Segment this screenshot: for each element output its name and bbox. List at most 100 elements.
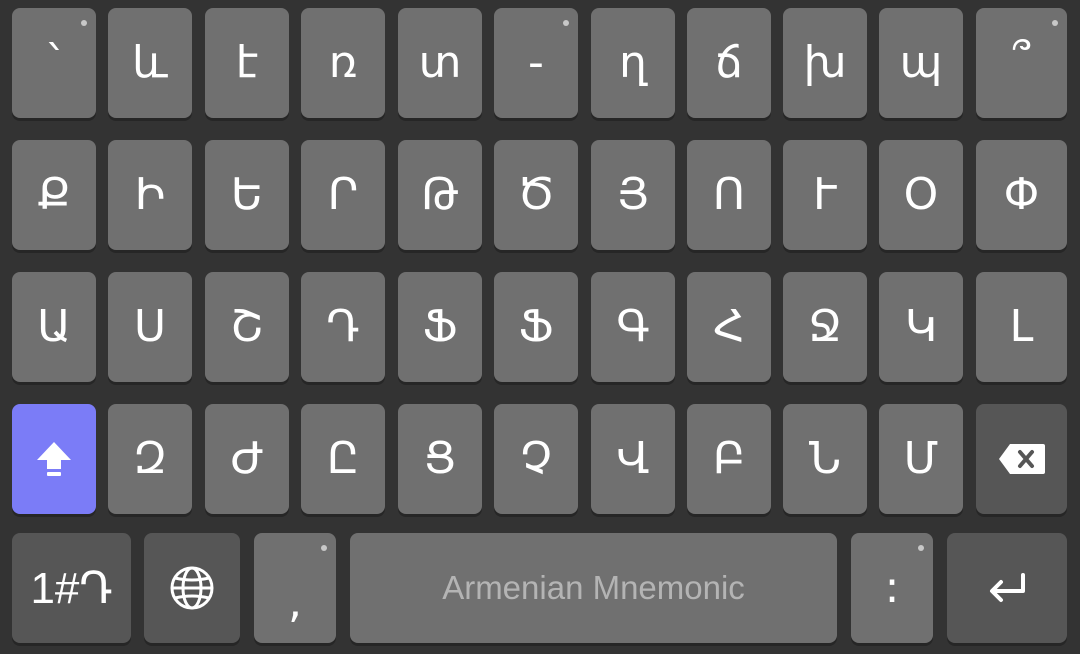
key-label: Զ	[133, 433, 167, 484]
key-co[interactable]: Ց	[398, 404, 482, 514]
symbols-key-label: 1#Դ	[30, 563, 113, 613]
key-oh[interactable]: Օ	[879, 140, 963, 250]
key-label: Ն	[808, 433, 842, 484]
key-question-mark[interactable]: ՞	[976, 8, 1067, 118]
key-label: Մ	[903, 433, 939, 484]
key-label: Լ	[1009, 301, 1034, 352]
key-seh[interactable]: Ս	[108, 272, 192, 382]
key-keh[interactable]: Ք	[12, 140, 96, 250]
key-label: Ե	[230, 169, 264, 220]
key-tiwn[interactable]: տ	[398, 8, 482, 118]
hint-dot	[563, 20, 569, 26]
shift-icon	[33, 438, 75, 480]
hint-dot	[918, 545, 924, 551]
key-label: Շ	[230, 301, 264, 352]
key-label: Ը	[326, 433, 360, 484]
enter-key[interactable]	[947, 533, 1067, 643]
key-label: ճ	[715, 37, 743, 88]
key-label: Ւ	[813, 169, 837, 220]
key-armenian-accent[interactable]: ՝	[12, 8, 96, 118]
key-label: Վ	[616, 433, 650, 484]
key-et[interactable]: Ը	[301, 404, 385, 514]
space-bar-label: Armenian Mnemonic	[442, 569, 745, 606]
key-label: Ց	[423, 433, 457, 484]
key-label: Գ	[616, 301, 650, 352]
key-feh-2[interactable]: Ֆ	[494, 272, 578, 382]
key-hyphen[interactable]: -	[494, 8, 578, 118]
hint-dot	[81, 20, 87, 26]
key-label: Կ	[904, 301, 938, 352]
key-ca[interactable]: Ծ	[494, 140, 578, 250]
key-label: ՝	[48, 37, 60, 88]
key-za[interactable]: Զ	[108, 404, 192, 514]
key-label: Յ	[616, 169, 649, 220]
key-to[interactable]: Թ	[398, 140, 482, 250]
key-sha[interactable]: Շ	[205, 272, 289, 382]
key-reh[interactable]: Ր	[301, 140, 385, 250]
key-label: ռ	[328, 37, 358, 88]
symbols-key[interactable]: 1#Դ	[12, 533, 131, 643]
key-label: Ֆ	[422, 301, 458, 352]
keyboard-row-3: Ա Ս Շ Դ Ֆ Ֆ Գ Հ Ջ Կ Լ	[0, 272, 1080, 382]
key-e-small[interactable]: է	[205, 8, 289, 118]
key-yiwn[interactable]: Ւ	[783, 140, 867, 250]
keyboard: ՝ և է ռ տ - ղ ճ խ պ ՞ Ք Ի Ե Ր Թ Ծ Յ Ո Ւ …	[0, 0, 1080, 654]
key-label: ՞	[1012, 37, 1031, 88]
key-label: Ծ	[517, 169, 555, 220]
key-label: Ջ	[808, 301, 842, 352]
key-label: խ	[803, 37, 847, 88]
key-piwr[interactable]: Փ	[976, 140, 1067, 250]
key-label: և	[132, 37, 168, 88]
keyboard-row-1: ՝ և է ռ տ - ղ ճ խ պ ՞	[0, 8, 1080, 118]
key-peh[interactable]: պ	[879, 8, 963, 118]
key-men[interactable]: Մ	[879, 404, 963, 514]
key-xeh[interactable]: խ	[783, 8, 867, 118]
key-ho[interactable]: Հ	[687, 272, 771, 382]
colon-key-label: :	[884, 562, 900, 613]
key-label: Ր	[327, 169, 359, 220]
key-label: Ա	[37, 301, 71, 352]
key-yech[interactable]: Ե	[205, 140, 289, 250]
key-label: Ք	[37, 169, 71, 220]
backspace-key[interactable]	[976, 404, 1067, 514]
key-now[interactable]: Ն	[783, 404, 867, 514]
keyboard-row-2: Ք Ի Ե Ր Թ Ծ Յ Ո Ւ Օ Փ	[0, 140, 1080, 250]
key-label: Ժ	[230, 433, 264, 484]
key-label: Թ	[421, 169, 459, 220]
key-label: -	[528, 37, 544, 88]
key-feh[interactable]: Ֆ	[398, 272, 482, 382]
key-zhe[interactable]: Ժ	[205, 404, 289, 514]
key-ayb[interactable]: Ա	[12, 272, 96, 382]
enter-icon	[985, 571, 1029, 605]
key-liwn[interactable]: Լ	[976, 272, 1067, 382]
key-label: Ո	[712, 169, 746, 220]
language-key[interactable]	[144, 533, 240, 643]
key-ev[interactable]: և	[108, 8, 192, 118]
key-vew[interactable]: Վ	[591, 404, 675, 514]
key-da[interactable]: Դ	[301, 272, 385, 382]
comma-key[interactable]: ,	[254, 533, 336, 643]
key-jheh[interactable]: Ջ	[783, 272, 867, 382]
key-label: Չ	[520, 433, 552, 484]
colon-key[interactable]: :	[851, 533, 933, 643]
key-gim[interactable]: Գ	[591, 272, 675, 382]
shift-key[interactable]	[12, 404, 96, 514]
key-label: Դ	[326, 301, 360, 352]
key-label: Ս	[133, 301, 167, 352]
key-ghad[interactable]: ղ	[591, 8, 675, 118]
key-label: Հ	[713, 301, 745, 352]
key-label: ղ	[619, 37, 647, 88]
key-ini[interactable]: Ի	[108, 140, 192, 250]
key-cheh[interactable]: ճ	[687, 8, 771, 118]
keyboard-row-4: Զ Ժ Ը Ց Չ Վ Բ Ն Մ	[0, 404, 1080, 514]
key-label: Փ	[1003, 169, 1040, 220]
space-bar[interactable]: Armenian Mnemonic	[350, 533, 837, 643]
comma-key-label: ,	[288, 577, 302, 628]
key-cha[interactable]: Չ	[494, 404, 578, 514]
key-yi[interactable]: Յ	[591, 140, 675, 250]
key-label: Ի	[134, 169, 166, 220]
key-ben[interactable]: Բ	[687, 404, 771, 514]
key-rra[interactable]: ռ	[301, 8, 385, 118]
key-vo[interactable]: Ո	[687, 140, 771, 250]
key-ken[interactable]: Կ	[879, 272, 963, 382]
